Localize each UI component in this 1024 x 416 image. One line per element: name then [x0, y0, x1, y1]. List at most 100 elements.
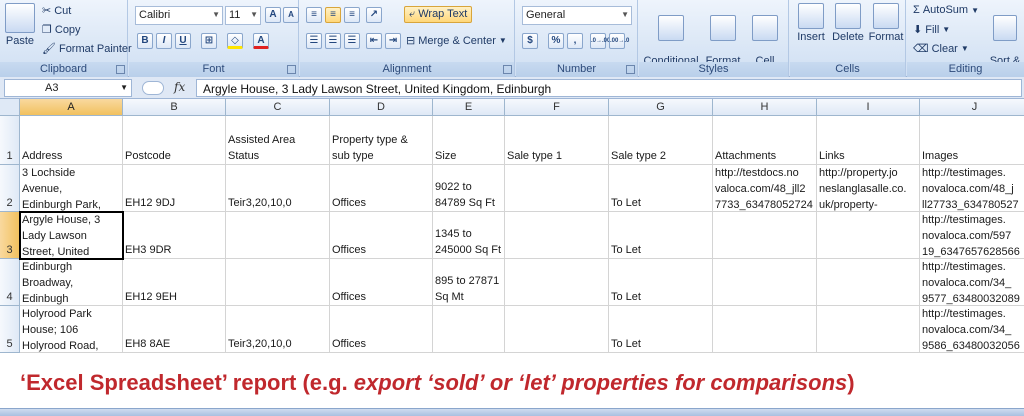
column-header-i[interactable]: I — [817, 99, 920, 116]
cell-c5[interactable]: Teir3,20,10,0 — [226, 306, 330, 353]
bold-button[interactable]: B — [137, 33, 153, 49]
cell-a5[interactable]: Holyrood Park House; 106 Holyrood Road, — [20, 306, 123, 353]
number-format-combo[interactable]: General ▼ — [522, 6, 632, 25]
cell-h1[interactable]: Attachments — [713, 116, 817, 165]
cell-c2[interactable]: Teir3,20,10,0 — [226, 165, 330, 212]
cell-e1[interactable]: Size — [433, 116, 505, 165]
cell-a3[interactable]: Argyle House, 3 Lady Lawson Street, Unit… — [20, 212, 123, 259]
cell-i1[interactable]: Links — [817, 116, 920, 165]
cell-b4[interactable]: EH12 9EH — [123, 259, 226, 306]
cell-g2[interactable]: To Let — [609, 165, 713, 212]
cell-f3[interactable] — [505, 212, 609, 259]
select-all-corner[interactable] — [0, 99, 20, 116]
cell-c3[interactable] — [226, 212, 330, 259]
cell-i4[interactable] — [817, 259, 920, 306]
cell-b2[interactable]: EH12 9DJ — [123, 165, 226, 212]
align-middle-button[interactable]: ≡ — [325, 7, 341, 23]
decrease-decimal-button[interactable]: .00→.0 — [609, 33, 629, 49]
cell-d1[interactable]: Property type & sub type — [330, 116, 433, 165]
row-header-5[interactable]: 5 — [0, 306, 20, 353]
underline-button[interactable]: U — [175, 33, 191, 49]
cell-c1[interactable]: Assisted Area Status — [226, 116, 330, 165]
cell-i2[interactable]: http://property.jo neslanglasalle.co. uk… — [817, 165, 920, 212]
cell-a1[interactable]: Address — [20, 116, 123, 165]
shrink-font-button[interactable]: A — [283, 7, 299, 23]
italic-button[interactable]: I — [156, 33, 172, 49]
cell-e3[interactable]: 1345 to 245000 Sq Ft — [433, 212, 505, 259]
cell-d4[interactable]: Offices — [330, 259, 433, 306]
cell-j2[interactable]: http://testimages. novaloca.com/48_j ll2… — [920, 165, 1024, 212]
cell-f2[interactable] — [505, 165, 609, 212]
column-header-j[interactable]: J — [920, 99, 1024, 116]
increase-decimal-button[interactable]: .0→.00 — [590, 33, 610, 49]
decrease-indent-button[interactable]: ⇤ — [366, 33, 382, 49]
cell-i5[interactable] — [817, 306, 920, 353]
formula-bar-cancel-icon[interactable] — [142, 81, 164, 95]
cell-g3[interactable]: To Let — [609, 212, 713, 259]
cell-i3[interactable] — [817, 212, 920, 259]
name-box[interactable]: A3 ▼ — [4, 79, 132, 97]
number-launcher[interactable] — [626, 65, 635, 74]
column-header-g[interactable]: G — [609, 99, 713, 116]
wrap-text-button[interactable]: ⤶ Wrap Text — [404, 6, 473, 23]
orientation-button[interactable]: ↗ — [366, 7, 382, 23]
column-header-h[interactable]: H — [713, 99, 817, 116]
cell-f1[interactable]: Sale type 1 — [505, 116, 609, 165]
format-button[interactable]: Format — [868, 3, 904, 43]
insert-button[interactable]: Insert — [794, 3, 828, 43]
cell-g5[interactable]: To Let — [609, 306, 713, 353]
cell-h3[interactable] — [713, 212, 817, 259]
comma-button[interactable]: , — [567, 33, 583, 49]
column-header-d[interactable]: D — [330, 99, 433, 116]
cell-a2[interactable]: 3 Lochside Avenue, Edinburgh Park, — [20, 165, 123, 212]
merge-center-button[interactable]: ⊟ Merge & Center ▼ — [406, 34, 507, 48]
column-header-a[interactable]: A — [20, 99, 123, 116]
align-center-button[interactable]: ☰ — [325, 33, 341, 49]
font-size-combo[interactable]: 11 ▼ — [225, 6, 261, 25]
cell-j4[interactable]: http://testimages. novaloca.com/34_ 9577… — [920, 259, 1024, 306]
cut-button[interactable]: ✂ Cut — [42, 4, 71, 18]
insert-function-icon[interactable]: fx — [174, 80, 185, 94]
row-header-1[interactable]: 1 — [0, 116, 20, 165]
cell-g1[interactable]: Sale type 2 — [609, 116, 713, 165]
align-bottom-button[interactable]: ≡ — [344, 7, 360, 23]
cell-h2[interactable]: http://testdocs.no valoca.com/48_jll2 77… — [713, 165, 817, 212]
clipboard-launcher[interactable] — [116, 65, 125, 74]
percent-button[interactable]: % — [548, 33, 564, 49]
increase-indent-button[interactable]: ⇥ — [385, 33, 401, 49]
column-header-c[interactable]: C — [226, 99, 330, 116]
font-name-combo[interactable]: Calibri ▼ — [135, 6, 223, 25]
alignment-launcher[interactable] — [503, 65, 512, 74]
font-color-button[interactable]: A — [253, 33, 269, 49]
cell-h4[interactable] — [713, 259, 817, 306]
cell-d3[interactable]: Offices — [330, 212, 433, 259]
align-right-button[interactable]: ☰ — [344, 33, 360, 49]
cell-h5[interactable] — [713, 306, 817, 353]
cell-d5[interactable]: Offices — [330, 306, 433, 353]
copy-button[interactable]: ❐ Copy — [42, 23, 81, 37]
formula-input[interactable]: Argyle House, 3 Lady Lawson Street, Unit… — [196, 79, 1022, 97]
row-header-3[interactable]: 3 — [0, 212, 20, 259]
cell-a4[interactable]: Edinburgh Broadway, Edinbugh — [20, 259, 123, 306]
cell-b1[interactable]: Postcode — [123, 116, 226, 165]
cell-d2[interactable]: Offices — [330, 165, 433, 212]
fill-color-button[interactable]: ◇ — [227, 33, 243, 49]
cell-j1[interactable]: Images — [920, 116, 1024, 165]
cell-f5[interactable] — [505, 306, 609, 353]
cell-b5[interactable]: EH8 8AE — [123, 306, 226, 353]
align-top-button[interactable]: ≡ — [306, 7, 322, 23]
column-header-f[interactable]: F — [505, 99, 609, 116]
format-painter-button[interactable]: 🖌 Format Painter — [42, 42, 132, 56]
currency-button[interactable]: $ — [522, 33, 538, 49]
cell-e4[interactable]: 895 to 27871 Sq Mt — [433, 259, 505, 306]
cell-g4[interactable]: To Let — [609, 259, 713, 306]
cell-j3[interactable]: http://testimages. novaloca.com/597 19_6… — [920, 212, 1024, 259]
cell-e5[interactable] — [433, 306, 505, 353]
clear-button[interactable]: ⌫ Clear ▼ — [913, 42, 969, 56]
delete-button[interactable]: Delete — [830, 3, 866, 43]
row-header-4[interactable]: 4 — [0, 259, 20, 306]
cell-j5[interactable]: http://testimages. novaloca.com/34_ 9586… — [920, 306, 1024, 353]
fill-button[interactable]: ⬇ Fill ▼ — [913, 23, 950, 37]
align-left-button[interactable]: ☰ — [306, 33, 322, 49]
cell-b3[interactable]: EH3 9DR — [123, 212, 226, 259]
